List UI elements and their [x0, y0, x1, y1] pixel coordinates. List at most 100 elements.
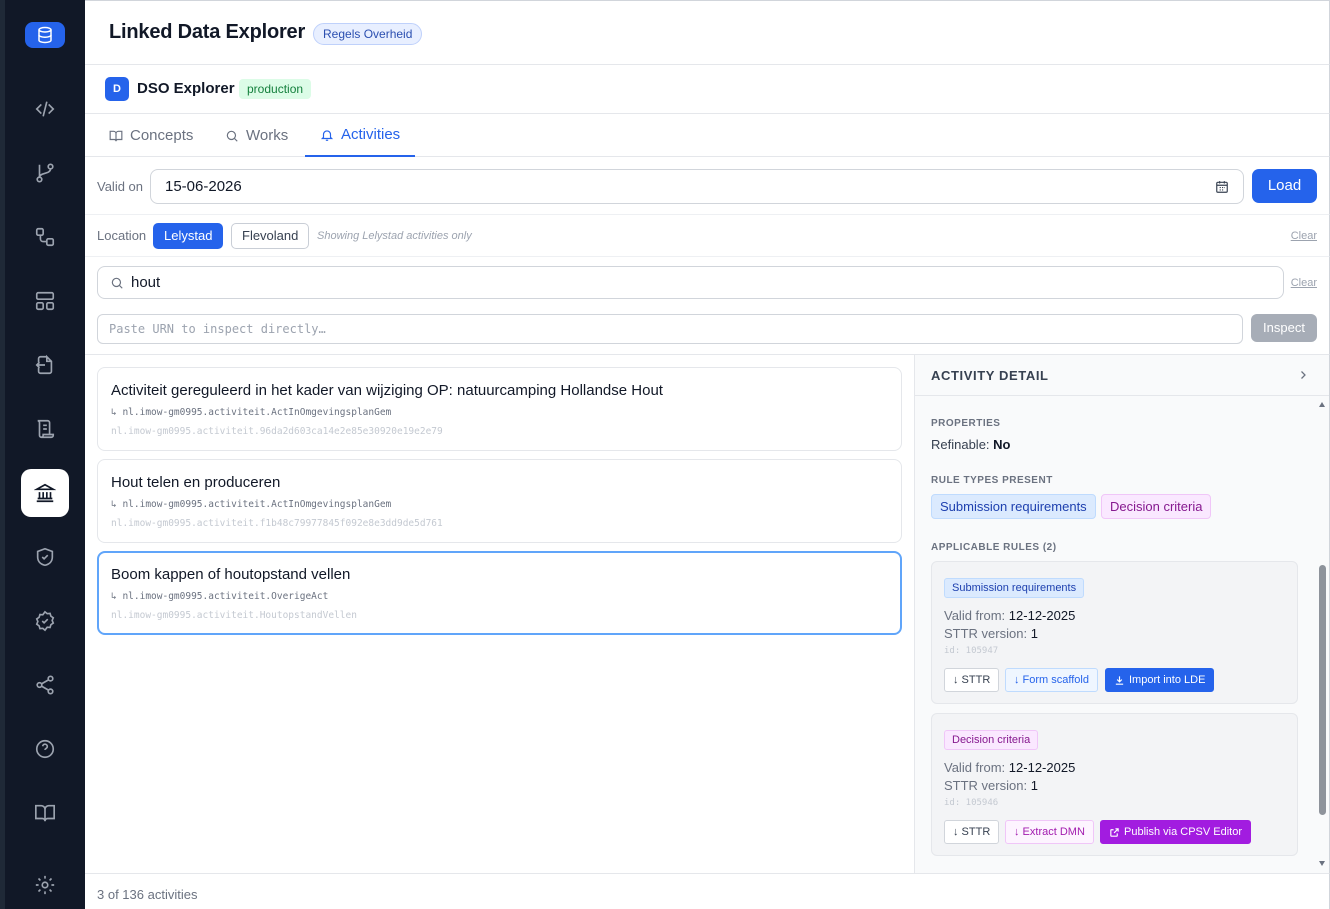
tab-label: Concepts: [130, 127, 194, 144]
activity-type: ↳ nl.imow-gm0995.activiteit.ActInOmgevin…: [111, 499, 392, 510]
rule-id: id: 105946: [944, 798, 999, 808]
list-item-selected[interactable]: Boom kappen of houtopstand vellen ↳ nl.i…: [97, 551, 902, 635]
share-icon[interactable]: [21, 661, 69, 709]
clear-search-link[interactable]: Clear: [1291, 277, 1317, 289]
import-into-lde-button[interactable]: Import into LDE: [1105, 668, 1215, 692]
publish-cpsv-button[interactable]: Publish via CPSV Editor: [1100, 820, 1251, 844]
download-icon: [1115, 675, 1124, 685]
valid-on-date-input[interactable]: 15-06-2026: [150, 169, 1244, 204]
detail-title: ACTIVITY DETAIL: [931, 368, 1049, 383]
layout-icon[interactable]: [21, 277, 69, 325]
bell-icon: [320, 129, 334, 141]
location-row: Location Lelystad Flevoland Showing Lely…: [85, 215, 1330, 257]
urn-input[interactable]: Paste URN to inspect directly…: [97, 314, 1243, 344]
rule-id: id: 105947: [944, 646, 999, 656]
sttr-version: STTR version: 1: [944, 626, 1038, 641]
result-count: 3 of 136 activities: [97, 887, 198, 902]
page-title: Linked Data Explorer: [109, 21, 306, 43]
detail-header: ACTIVITY DETAIL: [915, 355, 1329, 396]
book-icon: [109, 130, 123, 141]
button-label: Publish via CPSV Editor: [1124, 826, 1242, 838]
valid-from-label: Valid from:: [944, 608, 1006, 623]
book-open-icon[interactable]: [21, 789, 69, 837]
location-flevoland-button[interactable]: Flevoland: [231, 223, 310, 249]
search-icon: [226, 130, 238, 142]
rule-card: Decision criteria Valid from: 12-12-2025…: [931, 713, 1298, 856]
clear-location-link[interactable]: Clear: [1291, 230, 1317, 242]
chevron-right-icon[interactable]: [1297, 369, 1309, 381]
flow-icon[interactable]: [21, 213, 69, 261]
rule-type-tag: Submission requirements: [944, 578, 1085, 598]
properties-label: PROPERTIES: [931, 418, 1001, 429]
external-link-icon: [1110, 827, 1119, 837]
app-header: Linked Data Explorer Regels Overheid: [85, 0, 1330, 65]
badge-check-icon[interactable]: [21, 597, 69, 645]
database-logo-icon[interactable]: [25, 22, 65, 48]
refinable-property: Refinable: No: [931, 437, 1011, 452]
calendar-icon[interactable]: [1215, 180, 1229, 194]
scroll-up-icon[interactable]: [1318, 401, 1326, 409]
applicable-rules-label: APPLICABLE RULES (2): [931, 542, 1057, 553]
tab-concepts[interactable]: Concepts: [109, 114, 193, 157]
landmark-icon[interactable]: [21, 469, 69, 517]
rule-type-tag: Decision criteria: [944, 730, 1039, 750]
help-icon[interactable]: [21, 725, 69, 773]
download-sttr-button[interactable]: ↓ STTR: [944, 668, 1000, 692]
version-label: STTR version:: [944, 778, 1028, 793]
scrollbar-thumb[interactable]: [1319, 565, 1326, 815]
activity-type: ↳ nl.imow-gm0995.activiteit.OverigeAct: [111, 591, 329, 602]
sttr-version: STTR version: 1: [944, 778, 1038, 793]
form-scaffold-button[interactable]: ↓ Form scaffold: [1005, 668, 1098, 692]
activity-id: nl.imow-gm0995.activiteit.f1b48c79977845…: [111, 518, 443, 529]
git-branch-icon[interactable]: [21, 149, 69, 197]
tab-label: Activities: [341, 126, 401, 143]
inspect-button[interactable]: Inspect: [1251, 314, 1317, 342]
scroll-down-icon[interactable]: [1318, 859, 1326, 867]
rule-types-label: RULE TYPES PRESENT: [931, 475, 1053, 486]
app-name: DSO Explorer: [137, 80, 235, 97]
search-value: hout: [131, 274, 161, 291]
sidebar: [0, 0, 85, 909]
shield-check-icon[interactable]: [21, 533, 69, 581]
rule-type-chip: Submission requirements: [931, 494, 1096, 519]
search-input[interactable]: hout: [97, 266, 1284, 299]
activity-type: ↳ nl.imow-gm0995.activiteit.ActInOmgevin…: [111, 407, 392, 418]
load-button[interactable]: Load: [1252, 169, 1317, 203]
refinable-label: Refinable:: [931, 437, 990, 452]
valid-from-value: 12-12-2025: [1008, 608, 1076, 623]
location-lelystad-button[interactable]: Lelystad: [153, 223, 224, 249]
tab-works[interactable]: Works: [225, 114, 288, 157]
activity-detail-panel: ACTIVITY DETAIL PROPERTIES Refinable: No…: [915, 355, 1330, 873]
code-icon[interactable]: [21, 85, 69, 133]
location-hint: Showing Lelystad activities only: [317, 230, 472, 242]
activity-id: nl.imow-gm0995.activiteit.HoutopstandVel…: [111, 610, 357, 621]
location-label: Location: [97, 228, 147, 243]
valid-from-value: 12-12-2025: [1008, 760, 1076, 775]
tab-bar: Concepts Works Activities: [85, 114, 1330, 157]
scroll-icon[interactable]: [21, 405, 69, 453]
app-context-bar: D DSO Explorer production: [85, 65, 1330, 114]
version-value: 1: [1030, 626, 1038, 641]
results-list: Activiteit gereguleerd in het kader van …: [85, 355, 915, 873]
button-label: Import into LDE: [1129, 674, 1206, 686]
search-icon: [111, 277, 123, 289]
extract-dmn-button[interactable]: ↓ Extract DMN: [1005, 820, 1094, 844]
download-sttr-button[interactable]: ↓ STTR: [944, 820, 1000, 844]
refinable-value: No: [993, 437, 1011, 452]
tab-activities[interactable]: Activities: [305, 114, 416, 157]
valid-on-label: Valid on: [97, 179, 144, 194]
version-value: 1: [1030, 778, 1038, 793]
import-icon[interactable]: [21, 341, 69, 389]
activity-title: Boom kappen of houtopstand vellen: [111, 566, 351, 583]
settings-icon[interactable]: [21, 861, 69, 909]
urn-row: Paste URN to inspect directly… Inspect: [85, 308, 1330, 355]
status-footer: 3 of 136 activities: [85, 873, 1330, 909]
environment-badge: production: [239, 79, 312, 99]
list-item[interactable]: Hout telen en produceren ↳ nl.imow-gm099…: [97, 459, 902, 543]
valid-on-row: Valid on 15-06-2026 Load: [85, 157, 1330, 215]
activity-title: Hout telen en produceren: [111, 474, 281, 491]
search-row: hout Clear: [85, 257, 1330, 308]
list-item[interactable]: Activiteit gereguleerd in het kader van …: [97, 367, 902, 451]
activity-id: nl.imow-gm0995.activiteit.96da2d603ca14e…: [111, 426, 443, 437]
valid-from: Valid from: 12-12-2025: [944, 760, 1075, 775]
